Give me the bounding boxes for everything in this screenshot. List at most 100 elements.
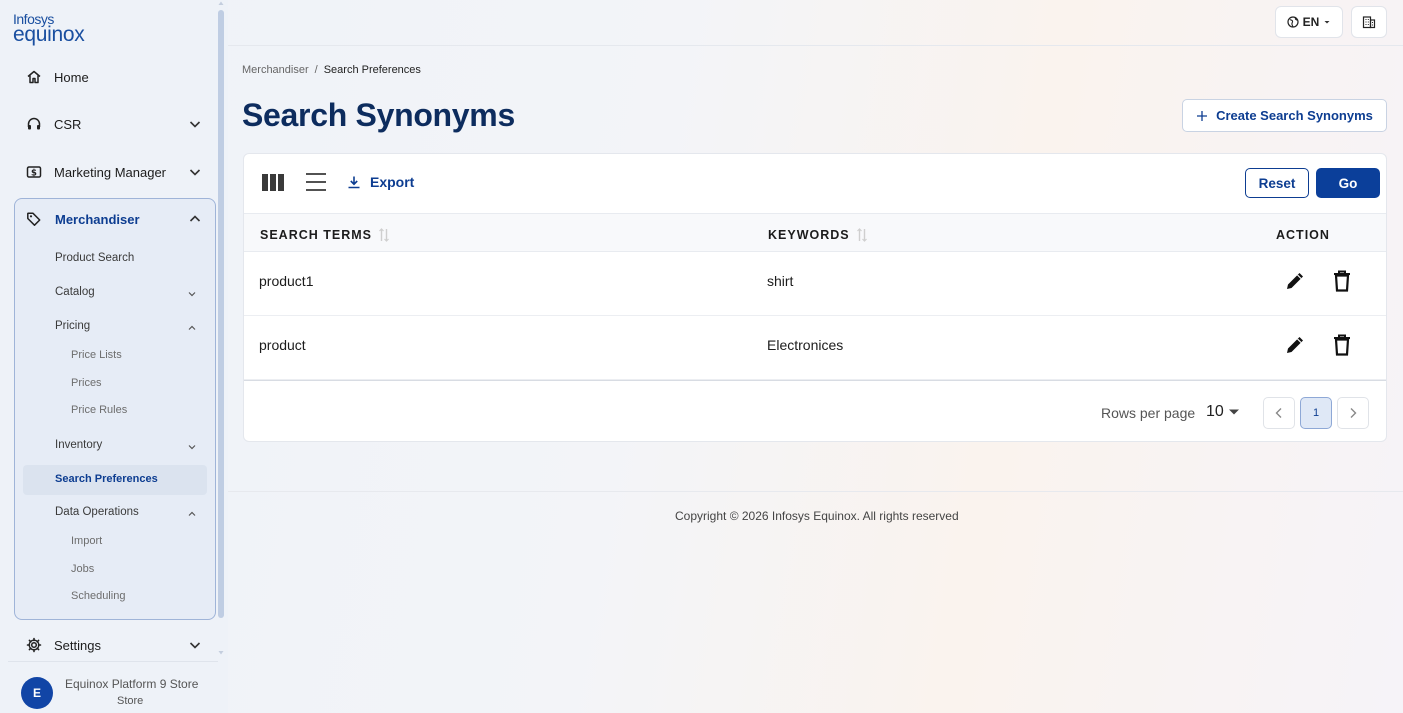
cell-search-term: product xyxy=(259,337,306,353)
cell-keywords: Electronices xyxy=(767,337,844,353)
column-header-label: SEARCH TERMS xyxy=(260,228,373,242)
density-icon[interactable] xyxy=(305,171,327,193)
chevron-down-icon[interactable] xyxy=(187,289,197,299)
next-page-button[interactable] xyxy=(1337,397,1369,429)
sidebar-group-merchandiser: Merchandiser Product Search Catalog Pric… xyxy=(14,198,216,620)
create-search-synonyms-button[interactable]: Create Search Synonyms xyxy=(1182,99,1387,132)
sidebar-item-merchandiser[interactable]: Merchandiser xyxy=(15,199,215,239)
scroll-down-icon[interactable] xyxy=(218,650,224,656)
sidebar-item-home[interactable]: Home xyxy=(14,55,216,99)
language-label: EN xyxy=(1302,15,1320,29)
table-row[interactable]: product Electronices xyxy=(244,316,1386,380)
sort-icon[interactable] xyxy=(856,228,868,242)
sidebar-divider xyxy=(8,661,218,662)
dollar-icon: $ xyxy=(25,163,43,181)
sidebar-item-csr[interactable]: CSR xyxy=(14,102,216,146)
chevron-down-icon[interactable] xyxy=(187,442,197,452)
tag-icon xyxy=(26,210,44,228)
chevron-up-icon[interactable] xyxy=(187,323,197,333)
footer-divider xyxy=(228,491,1403,492)
delete-button[interactable] xyxy=(1328,331,1356,359)
chevron-up-icon[interactable] xyxy=(187,509,197,519)
copyright-text: Copyright © 2026 Infosys Equinox. All ri… xyxy=(675,509,959,523)
page-title: Search Synonyms xyxy=(242,97,515,133)
sidebar-subitem-catalog[interactable]: Catalog xyxy=(55,286,95,298)
chevron-up-icon[interactable] xyxy=(188,212,202,226)
breadcrumb-parent[interactable]: Merchandiser xyxy=(242,64,309,76)
table-row[interactable]: product1 shirt xyxy=(244,252,1386,316)
download-icon xyxy=(348,176,360,189)
rows-per-page-select[interactable]: 10 xyxy=(1206,403,1240,421)
column-header-action: ACTION xyxy=(1276,228,1330,242)
caret-down-icon xyxy=(1324,21,1330,24)
column-header-search-terms[interactable]: SEARCH TERMS xyxy=(260,228,390,242)
cell-search-term: product1 xyxy=(259,273,314,289)
export-button[interactable]: Export xyxy=(347,174,414,190)
breadcrumb: Merchandiser / Search Preferences xyxy=(242,64,421,76)
edit-button[interactable] xyxy=(1281,331,1309,359)
cell-keywords: shirt xyxy=(767,273,794,289)
edit-button[interactable] xyxy=(1281,267,1309,295)
sidebar-subitem-pricing[interactable]: Pricing xyxy=(55,320,90,332)
pagination: Rows per page 10 1 xyxy=(244,380,1386,442)
trash-icon xyxy=(1334,334,1350,356)
header-divider xyxy=(228,45,1403,46)
sidebar-item-marketing-manager[interactable]: $ Marketing Manager xyxy=(14,150,216,194)
sidebar-subitem-search-preferences[interactable]: Search Preferences xyxy=(23,465,207,495)
sidebar-subitem-import[interactable]: Import xyxy=(71,535,102,547)
brand-line2: equinox xyxy=(13,23,85,46)
sidebar-subitem-inventory[interactable]: Inventory xyxy=(55,439,102,451)
sidebar-subitem-data-operations[interactable]: Data Operations xyxy=(55,506,139,518)
headset-icon xyxy=(25,115,43,133)
sidebar-item-label: CSR xyxy=(54,116,82,132)
svg-text:$: $ xyxy=(31,168,37,178)
trash-icon xyxy=(1334,270,1350,292)
sidebar-scrollbar-thumb[interactable] xyxy=(218,10,224,618)
synonyms-table-card: Export Reset Go SEARCH TERMS KEYWORDS AC… xyxy=(243,153,1387,442)
globe-icon xyxy=(1287,16,1299,28)
column-settings-icon[interactable] xyxy=(262,174,284,191)
scroll-up-icon[interactable] xyxy=(218,0,224,6)
language-selector[interactable]: EN xyxy=(1275,6,1343,38)
gear-icon xyxy=(25,636,43,654)
delete-button[interactable] xyxy=(1328,267,1356,295)
go-button[interactable]: Go xyxy=(1316,168,1380,198)
sidebar-item-label: Home xyxy=(54,69,89,85)
reset-button[interactable]: Reset xyxy=(1245,168,1309,198)
sidebar-subitem-scheduling[interactable]: Scheduling xyxy=(71,590,125,602)
sidebar-subitem-price-lists[interactable]: Price Lists xyxy=(71,349,122,361)
rows-per-page-value: 10 xyxy=(1206,403,1224,420)
sidebar-item-label: Settings xyxy=(54,637,101,653)
sidebar-subitem-jobs[interactable]: Jobs xyxy=(71,563,94,575)
store-type: Store xyxy=(117,695,144,707)
page-number-button[interactable]: 1 xyxy=(1300,397,1332,429)
breadcrumb-current: Search Preferences xyxy=(323,64,421,76)
avatar[interactable]: E xyxy=(21,677,53,709)
sidebar-item-label: Marketing Manager xyxy=(54,164,166,180)
column-header-keywords[interactable]: KEYWORDS xyxy=(768,228,868,242)
column-header-label: KEYWORDS xyxy=(768,228,850,242)
building-icon xyxy=(1362,16,1376,29)
home-icon xyxy=(25,68,43,86)
sidebar-subitem-product-search[interactable]: Product Search xyxy=(55,252,134,264)
prev-page-button[interactable] xyxy=(1263,397,1295,429)
column-header-label: ACTION xyxy=(1276,228,1330,242)
table-header: SEARCH TERMS KEYWORDS ACTION xyxy=(244,213,1386,252)
sidebar-item-label: Search Preferences xyxy=(55,473,158,485)
sidebar-subitem-price-rules[interactable]: Price Rules xyxy=(71,404,127,416)
plus-icon xyxy=(1197,110,1208,121)
sidebar-item-label: Merchandiser xyxy=(55,211,140,227)
chevron-left-icon xyxy=(1275,408,1282,418)
export-label: Export xyxy=(370,174,415,190)
store-switcher-button[interactable] xyxy=(1351,6,1387,38)
sort-icon[interactable] xyxy=(378,228,390,242)
chevron-down-icon[interactable] xyxy=(188,117,202,131)
chevron-down-icon[interactable] xyxy=(188,165,202,179)
brand-logo[interactable]: Infosys equinox xyxy=(13,12,85,46)
chevron-right-icon xyxy=(1350,408,1357,418)
create-button-label: Create Search Synonyms xyxy=(1216,108,1373,123)
breadcrumb-separator: / xyxy=(314,64,318,76)
sidebar-subitem-prices[interactable]: Prices xyxy=(71,377,102,389)
sidebar: Infosys equinox Home CSR $ Marketing Man… xyxy=(0,0,228,713)
chevron-down-icon[interactable] xyxy=(188,638,202,652)
